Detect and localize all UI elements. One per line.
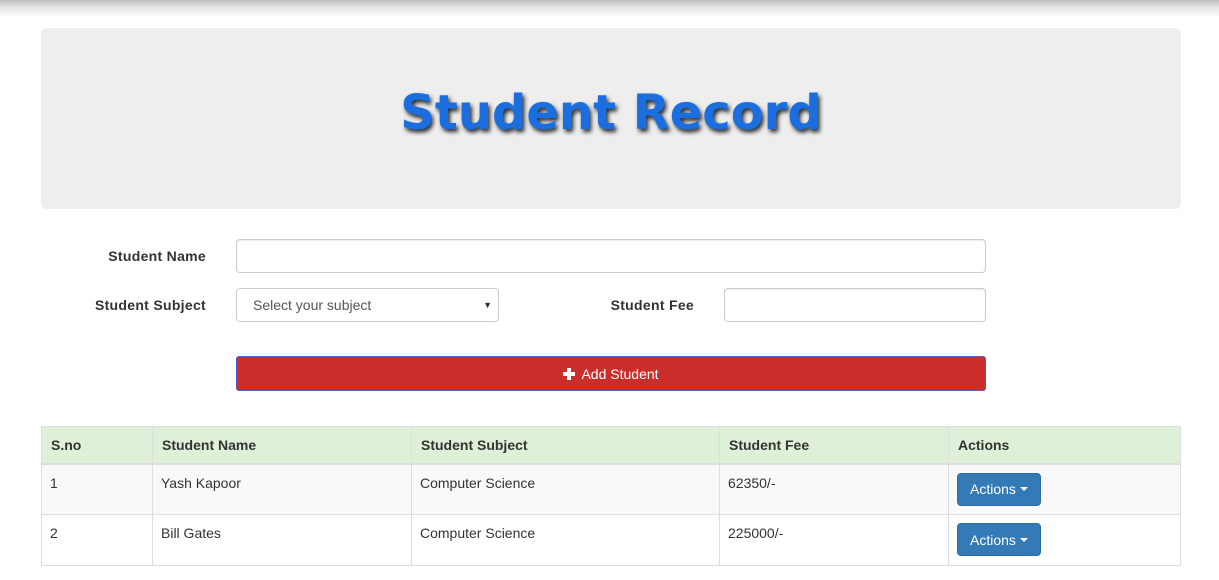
header-student-name: Student Name	[152, 426, 412, 465]
student-name-label: Student Name	[108, 248, 206, 264]
caret-down-icon	[1019, 487, 1028, 491]
table-row: 2 Bill Gates Computer Science 225000/- A…	[41, 514, 1181, 566]
subject-selected-value: Select your subject	[253, 297, 372, 313]
header-actions: Actions	[948, 426, 1181, 465]
cell-sno: 2	[41, 514, 153, 566]
student-subject-select[interactable]: Select your subject ▼	[236, 288, 499, 322]
header-student-fee: Student Fee	[719, 426, 949, 465]
student-table: S.no Student Name Student Subject Studen…	[41, 426, 1181, 566]
table-header-row: S.no Student Name Student Subject Studen…	[41, 426, 1181, 465]
top-shadow	[0, 0, 1219, 18]
cell-student-fee: 62350/-	[719, 463, 949, 515]
actions-dropdown-button[interactable]: Actions	[957, 472, 1041, 506]
student-fee-label: Student Fee	[610, 297, 694, 313]
cell-student-subject: Computer Science	[411, 463, 720, 515]
caret-down-icon: ▼	[483, 300, 492, 310]
student-name-input[interactable]	[236, 239, 986, 273]
add-student-button[interactable]: Add Student	[236, 356, 986, 391]
add-student-label: Add Student	[581, 365, 659, 382]
student-fee-input[interactable]	[724, 288, 986, 322]
table-row: 1 Yash Kapoor Computer Science 62350/- A…	[41, 463, 1181, 515]
cell-student-fee: 225000/-	[719, 514, 949, 566]
header-banner: Student Record	[41, 28, 1181, 209]
header-student-subject: Student Subject	[411, 426, 720, 465]
cell-student-subject: Computer Science	[411, 514, 720, 566]
student-subject-label: Student Subject	[94, 297, 206, 313]
cell-student-name: Bill Gates	[152, 514, 412, 566]
header-sno: S.no	[41, 426, 153, 465]
page-title: Student Record	[400, 84, 822, 141]
actions-dropdown-button[interactable]: Actions	[957, 523, 1041, 556]
cell-actions: Actions	[948, 463, 1181, 515]
cell-actions: Actions	[948, 514, 1181, 566]
cell-sno: 1	[41, 463, 153, 515]
caret-down-icon	[1019, 537, 1028, 542]
actions-label: Actions	[970, 531, 1016, 548]
cell-student-name: Yash Kapoor	[152, 463, 412, 515]
plus-icon	[563, 367, 576, 380]
actions-label: Actions	[970, 481, 1016, 497]
